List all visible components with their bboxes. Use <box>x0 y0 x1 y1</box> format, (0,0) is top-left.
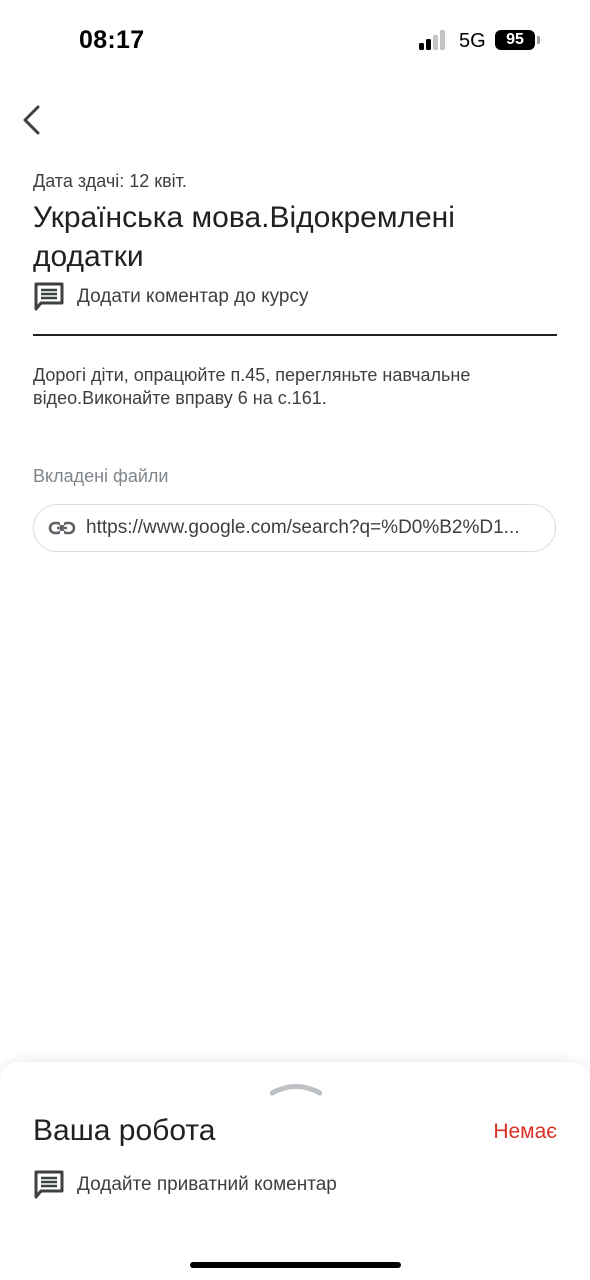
status-time: 08:17 <box>79 26 145 54</box>
comment-icon <box>34 282 64 311</box>
attachments-label: Вкладені файли <box>33 466 169 486</box>
add-private-comment-label: Додайте приватний коментар <box>77 1174 337 1195</box>
battery-icon: 95 <box>495 30 535 50</box>
assignment-instructions: Дорогі діти, опрацюйте п.45, перегляньте… <box>33 365 471 408</box>
signal-icon <box>419 30 451 50</box>
your-work-sheet[interactable]: Ваша робота Немає Додайте приватний коме… <box>0 1062 590 1280</box>
attachment-link[interactable]: https://www.google.com/search?q=%D0%B2%D… <box>33 504 556 552</box>
your-work-title: Ваша робота <box>33 1114 216 1147</box>
chevron-left-icon <box>23 105 40 135</box>
chevron-up-icon[interactable] <box>270 1078 322 1096</box>
network-type: 5G <box>459 30 486 52</box>
add-class-comment-button[interactable]: Додати коментар до курсу <box>33 282 309 312</box>
attachment-url: https://www.google.com/search?q=%D0%B2%D… <box>86 517 520 538</box>
comment-icon <box>34 1170 64 1199</box>
battery-tip <box>537 36 540 44</box>
divider <box>33 334 557 336</box>
assignment-title: Українська мова.Відокремлені додатки <box>33 201 455 273</box>
status-bar: 08:17 5G 95 <box>0 0 590 80</box>
add-class-comment-label: Додати коментар до курсу <box>77 286 309 307</box>
link-icon <box>48 521 76 535</box>
home-indicator[interactable] <box>190 1262 401 1268</box>
back-button[interactable] <box>14 100 54 140</box>
due-date: Дата здачі: 12 квіт. <box>33 171 187 191</box>
add-private-comment-button[interactable]: Додайте приватний коментар <box>33 1170 337 1200</box>
submission-status: Немає <box>493 1120 557 1143</box>
